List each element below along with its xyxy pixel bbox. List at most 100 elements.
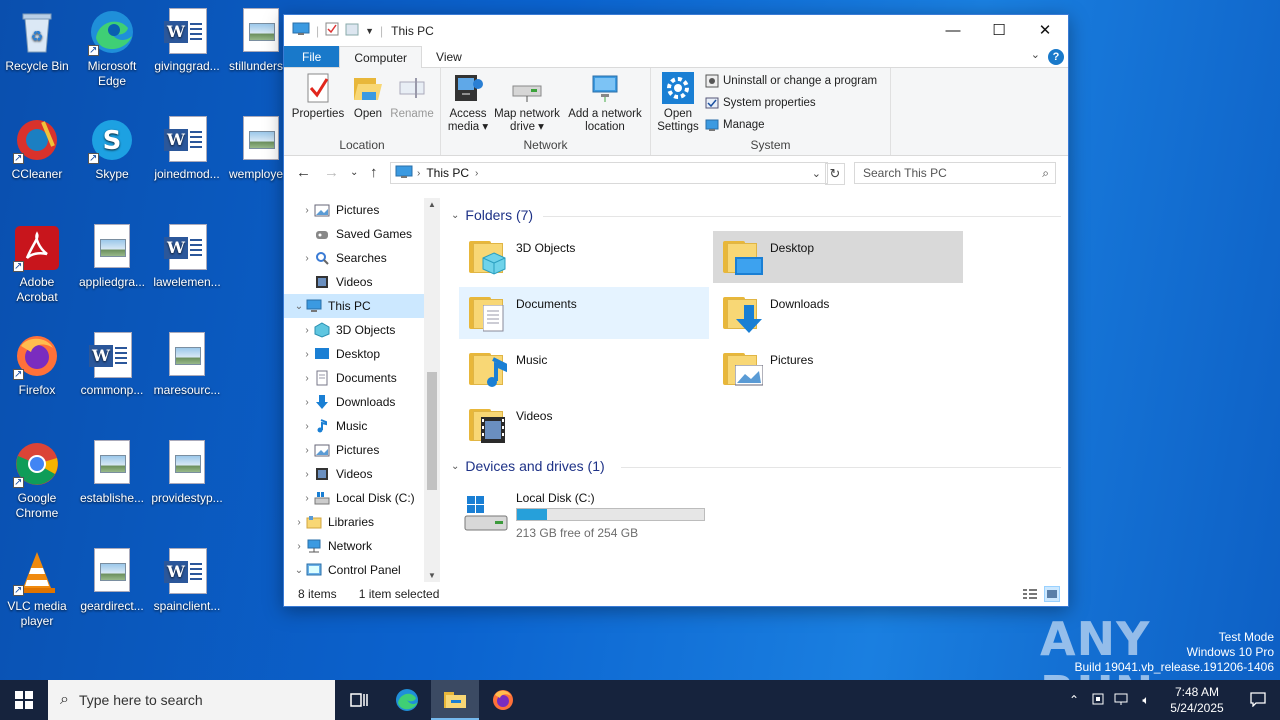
details-view-icon[interactable] [1022, 587, 1038, 604]
desktop-icon-spainclient[interactable]: W spainclient... [150, 548, 224, 614]
volume-icon[interactable]: 🔈︎ [1134, 693, 1158, 708]
desktop-icon-appliedgra[interactable]: appliedgra... [75, 224, 149, 290]
expand-arrow-icon[interactable]: › [300, 445, 314, 456]
folder-tile-documents[interactable]: Documents [459, 287, 709, 339]
collapse-arrow-icon[interactable]: ⌄ [292, 301, 306, 312]
expand-arrow-icon[interactable]: › [300, 493, 314, 504]
expand-arrow-icon[interactable]: › [300, 469, 314, 480]
expand-arrow-icon[interactable]: › [300, 205, 314, 216]
network-tray-icon[interactable] [1110, 692, 1134, 709]
nav-item-desktop[interactable]: › Desktop [284, 342, 424, 366]
tab-view[interactable]: View [422, 46, 476, 67]
expand-ribbon-icon[interactable]: ⌄ [1031, 48, 1040, 61]
breadcrumb-chevron-icon[interactable]: › [475, 168, 478, 179]
open-settings-button[interactable]: Open Settings [653, 72, 703, 134]
nav-item-music[interactable]: › Music [284, 414, 424, 438]
expand-arrow-icon[interactable]: › [292, 517, 306, 528]
scroll-down-icon[interactable]: ▼ [428, 571, 436, 580]
drive-tile-local-disk[interactable]: Local Disk (C:) 213 GB free of 254 GB [459, 488, 719, 544]
system-properties-button[interactable]: System properties [705, 96, 816, 110]
nav-item-downloads[interactable]: › Downloads [284, 390, 424, 414]
taskbar-firefox[interactable] [479, 680, 527, 720]
folder-tile-downloads[interactable]: Downloads [713, 287, 963, 339]
expand-arrow-icon[interactable]: › [300, 373, 314, 384]
scrollbar-thumb[interactable] [427, 372, 437, 490]
tab-file[interactable]: File [284, 46, 340, 67]
task-view-button[interactable] [335, 680, 383, 720]
desktop-icon-google-chrome[interactable]: Google Chrome [0, 440, 74, 521]
address-dropdown-icon[interactable]: ⌄ [812, 167, 821, 180]
desktop-icon-providestyp[interactable]: providestyp... [150, 440, 224, 506]
expand-arrow-icon[interactable]: › [300, 421, 314, 432]
desktop-icon-geardirect[interactable]: geardirect... [75, 548, 149, 614]
collapse-section-icon[interactable]: ⌄ [451, 461, 459, 472]
nav-item-local-disk[interactable]: › Local Disk (C:) [284, 486, 424, 510]
folder-tile-desktop[interactable]: Desktop [713, 231, 963, 283]
desktop-icon-adobe-acrobat[interactable]: Adobe Acrobat [0, 224, 74, 305]
desktop-icon-establishe[interactable]: establishe... [75, 440, 149, 506]
nav-item-documents[interactable]: › Documents [284, 366, 424, 390]
desktop-icon-commonp[interactable]: W commonp... [75, 332, 149, 398]
folder-tile-music[interactable]: Music [459, 343, 709, 395]
tab-computer[interactable]: Computer [339, 46, 423, 68]
nav-item-this-pc[interactable]: ⌄ This PC [284, 294, 424, 318]
close-button[interactable]: ✕ [1022, 15, 1068, 45]
collapse-section-icon[interactable]: ⌄ [451, 210, 459, 221]
help-icon[interactable]: ? [1048, 49, 1064, 65]
clock[interactable]: 7:48 AM 5/24/2025 [1158, 684, 1236, 716]
nav-item-control-panel[interactable]: ⌄ Control Panel [284, 558, 424, 582]
desktop-icon-joinedmod[interactable]: W joinedmod... [150, 116, 224, 182]
nav-item-searches[interactable]: › Searches [284, 246, 424, 270]
add-network-location-button[interactable]: Add a network location [565, 72, 645, 134]
desktop-icon-givinggrad[interactable]: W givinggrad... [150, 8, 224, 74]
properties-button[interactable]: Properties [290, 72, 346, 121]
title-bar[interactable]: | ▼ | This PC — ☐ ✕ [284, 15, 1068, 46]
desktop-icon-recycle-bin[interactable]: ♻ Recycle Bin [0, 8, 74, 74]
refresh-button[interactable]: ↻ [825, 163, 845, 185]
up-button[interactable]: ↑ [370, 164, 378, 181]
folder-tile-videos[interactable]: Videos [459, 399, 709, 451]
tiles-view-icon[interactable] [1044, 586, 1060, 602]
desktop-icon-maresourc[interactable]: maresourc... [150, 332, 224, 398]
section-header-folders[interactable]: ⌄ Folders (7) [451, 207, 533, 223]
minimize-button[interactable]: — [930, 15, 976, 45]
nav-item-videos[interactable]: Videos [284, 270, 424, 294]
forward-button[interactable]: → [324, 164, 339, 181]
device-icon[interactable] [1086, 692, 1110, 709]
section-header-devices[interactable]: ⌄ Devices and drives (1) [451, 458, 605, 474]
desktop-icon-vlc[interactable]: VLC media player [0, 548, 74, 629]
desktop-icon-firefox[interactable]: Firefox [0, 332, 74, 398]
desktop-icon-microsoft-edge[interactable]: Microsoft Edge [75, 8, 149, 89]
breadcrumb-this-pc[interactable]: This PC [426, 166, 469, 180]
expand-arrow-icon[interactable]: › [300, 349, 314, 360]
nav-item-network[interactable]: › Network [284, 534, 424, 558]
expand-arrow-icon[interactable]: › [300, 397, 314, 408]
new-folder-quick-icon[interactable] [345, 22, 359, 39]
nav-scrollbar[interactable]: ▲ ▼ [424, 198, 440, 582]
back-button[interactable]: ← [296, 164, 311, 181]
maximize-button[interactable]: ☐ [976, 15, 1022, 45]
collapse-arrow-icon[interactable]: ⌄ [292, 565, 306, 576]
nav-item-pictures-2[interactable]: › Pictures [284, 438, 424, 462]
nav-item-3d-objects[interactable]: › 3D Objects [284, 318, 424, 342]
manage-button[interactable]: Manage [705, 118, 765, 132]
desktop-icon-ccleaner[interactable]: CCleaner [0, 116, 74, 182]
scroll-up-icon[interactable]: ▲ [428, 200, 436, 209]
nav-item-libraries[interactable]: › Libraries [284, 510, 424, 534]
customize-toolbar-icon[interactable]: ▼ [365, 26, 374, 36]
taskbar-edge[interactable] [383, 680, 431, 720]
folder-tile-3d-objects[interactable]: 3D Objects [459, 231, 709, 283]
open-button[interactable]: Open [348, 72, 388, 121]
action-center-icon[interactable] [1236, 691, 1280, 710]
access-media-button[interactable]: Access media ▾ [445, 72, 491, 134]
expand-arrow-icon[interactable]: › [300, 253, 314, 264]
taskbar-search-box[interactable]: ⌕ Type here to search [48, 680, 335, 720]
properties-quick-icon[interactable] [325, 22, 339, 39]
show-hidden-icons-icon[interactable]: ⌃ [1062, 693, 1086, 707]
search-input[interactable]: Search This PC ⌕ [854, 162, 1056, 184]
recent-locations-button[interactable]: ⌄ [350, 167, 358, 178]
address-box[interactable]: › This PC › ⌄ [390, 162, 828, 184]
desktop-icon-skype[interactable]: S Skype [75, 116, 149, 182]
rename-button[interactable]: Rename [388, 72, 436, 121]
start-button[interactable] [0, 680, 48, 720]
